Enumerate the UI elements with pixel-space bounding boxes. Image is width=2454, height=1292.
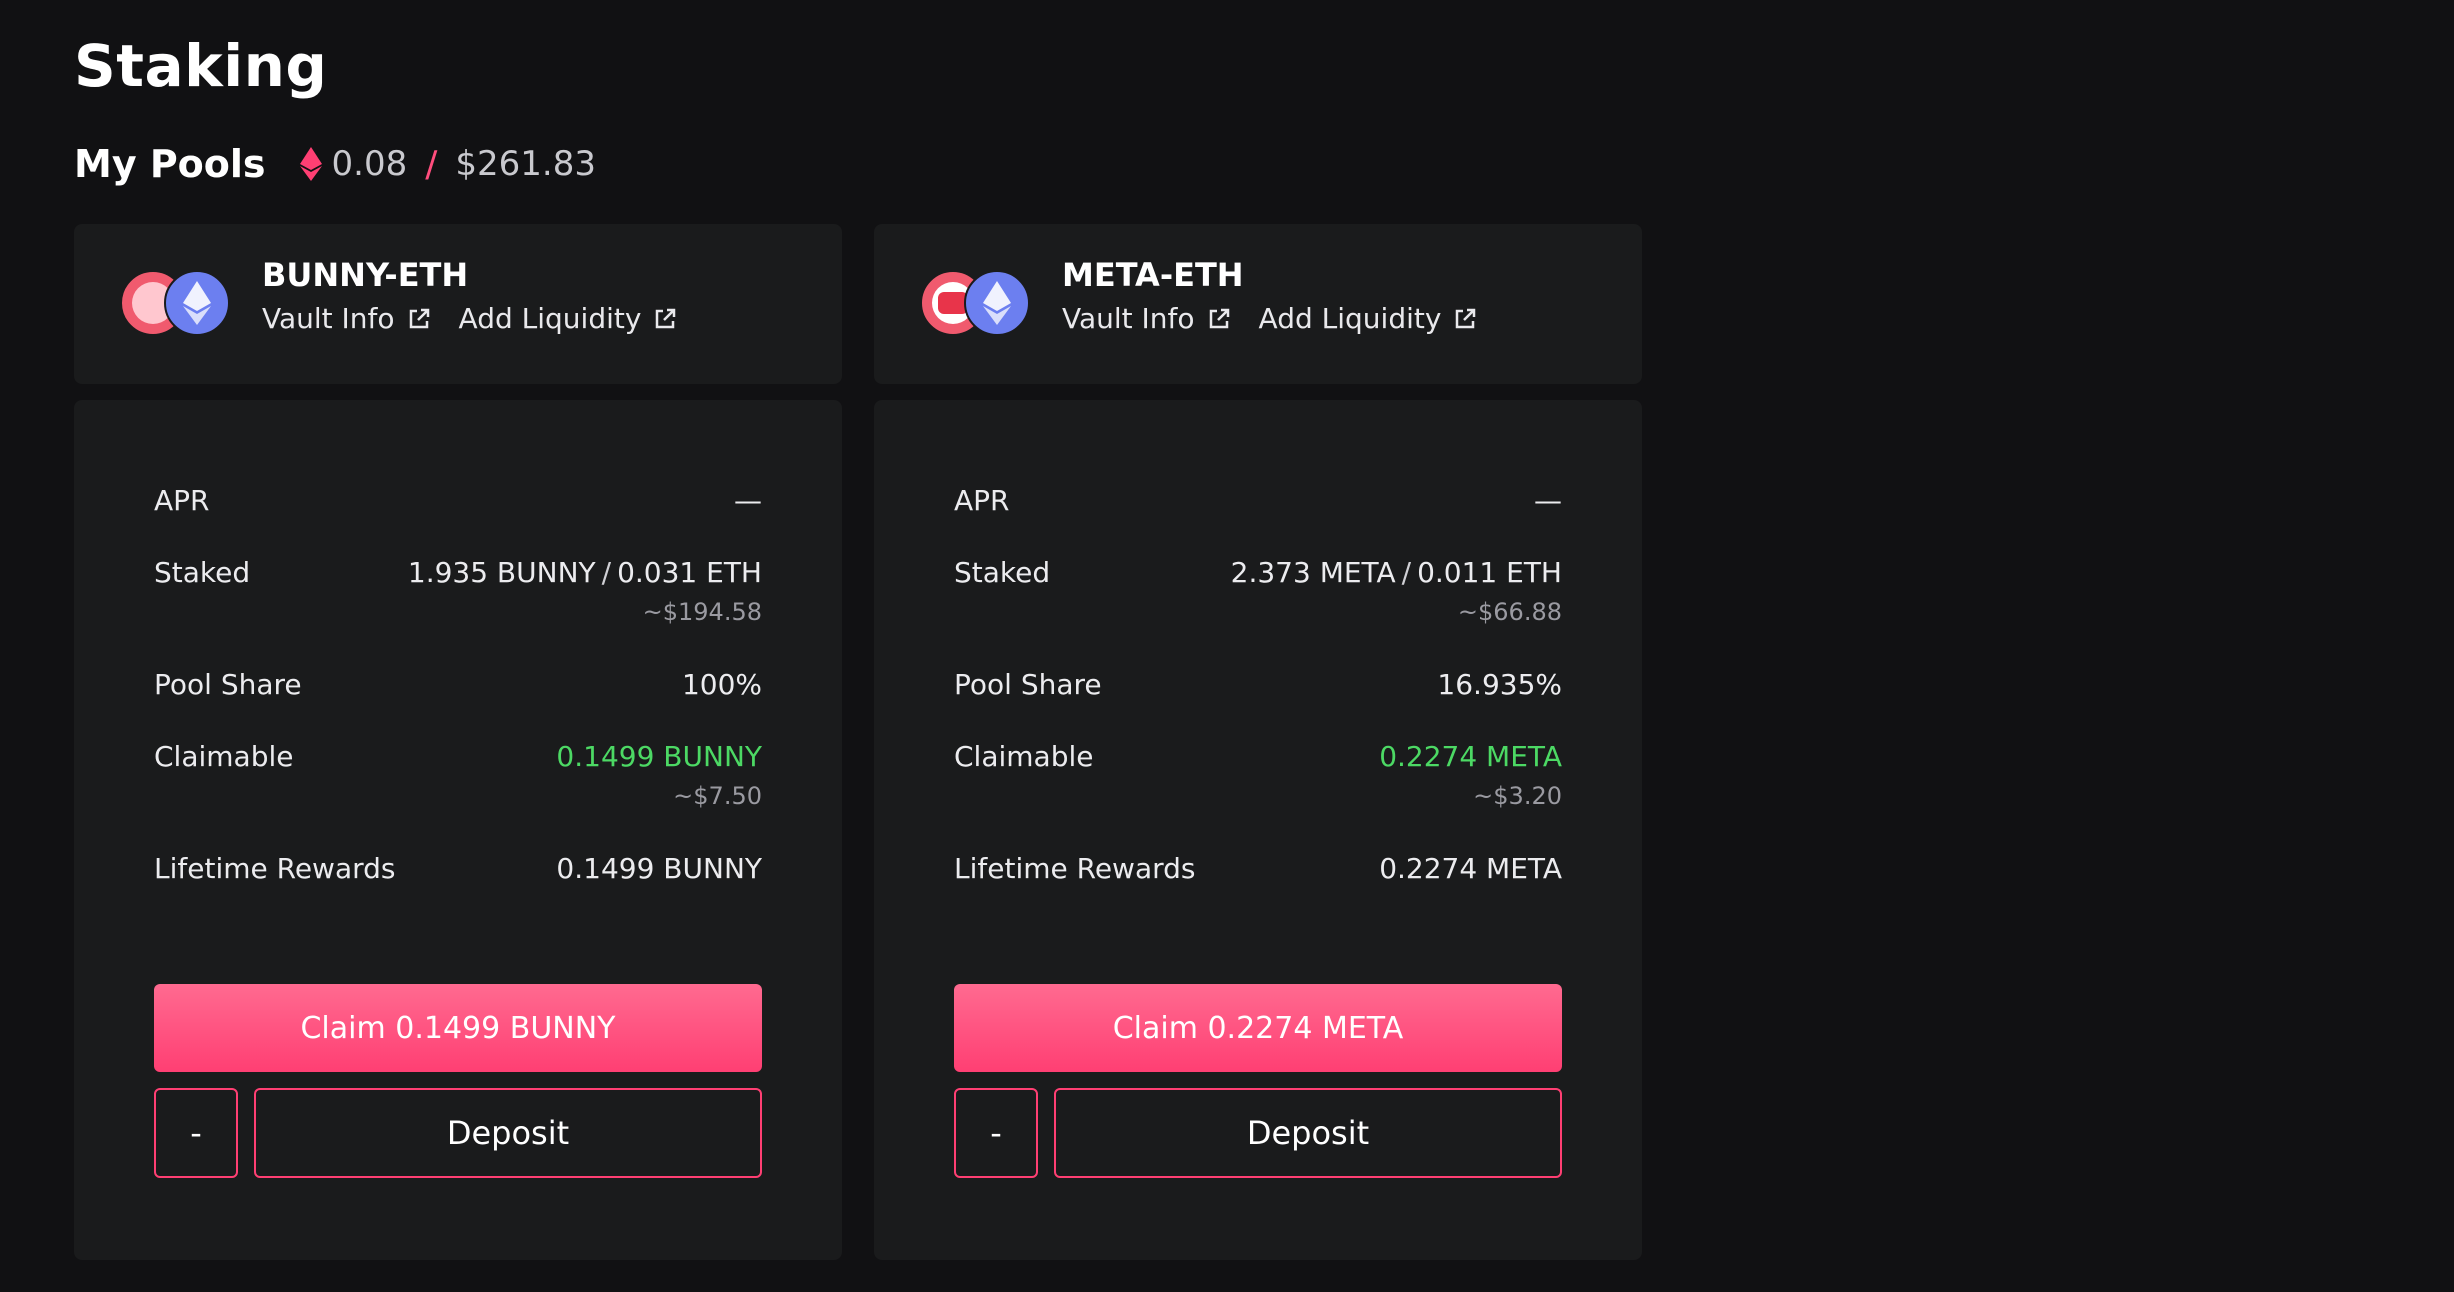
external-link-icon [1209, 308, 1229, 328]
lifetime-rewards-label: Lifetime Rewards [954, 852, 1196, 885]
deposit-button[interactable]: Deposit [254, 1088, 762, 1178]
vault-info-link[interactable]: Vault Info [262, 302, 431, 335]
lifetime-rewards-label: Lifetime Rewards [154, 852, 396, 885]
claim-button[interactable]: Claim 0.2274 META [954, 984, 1562, 1072]
external-link-icon [656, 308, 676, 328]
claimable-usd: ~$3.20 [1473, 782, 1562, 810]
token-pair-icons [120, 270, 232, 336]
staked-value: 2.373 META/0.011 ETH [1231, 556, 1562, 589]
lifetime-rewards-value: 0.1499 BUNNY [556, 852, 762, 885]
staked-label: Staked [954, 556, 1051, 589]
apr-label: APR [154, 484, 210, 517]
my-pools-label: My Pools [74, 142, 266, 186]
page-title: Staking [74, 32, 328, 100]
vault-info-label: Vault Info [262, 302, 395, 335]
pool-name: META-ETH [1062, 256, 1244, 294]
staked-label: Staked [154, 556, 251, 589]
claim-button[interactable]: Claim 0.1499 BUNNY [154, 984, 762, 1072]
staked-separator: / [601, 556, 612, 589]
eth-total: 0.08 [331, 144, 408, 184]
pool-name: BUNNY-ETH [262, 256, 469, 294]
staked-token-b: 0.031 ETH [617, 556, 762, 589]
deposit-button[interactable]: Deposit [1054, 1088, 1562, 1178]
my-pools-summary: My Pools 0.08 / $261.83 [74, 136, 596, 192]
eth-token-icon [964, 270, 1030, 336]
staked-usd: ~$66.88 [1457, 598, 1562, 626]
pool-stats-card: APR — Staked 2.373 META/0.011 ETH ~$66.8… [874, 400, 1642, 1260]
apr-value: — [734, 484, 762, 517]
pool-stats-card: APR — Staked 1.935 BUNNY/0.031 ETH ~$194… [74, 400, 842, 1260]
usd-total: $261.83 [455, 144, 596, 184]
claimable-label: Claimable [954, 740, 1094, 773]
add-liquidity-label: Add Liquidity [458, 302, 642, 335]
withdraw-button[interactable]: - [154, 1088, 238, 1178]
add-liquidity-link[interactable]: Add Liquidity [1259, 302, 1478, 335]
staked-token-a: 2.373 META [1230, 556, 1396, 589]
claimable-usd: ~$7.50 [673, 782, 762, 810]
summary-separator: / [425, 143, 438, 185]
pool-share-label: Pool Share [154, 668, 302, 701]
lifetime-rewards-value: 0.2274 META [1379, 852, 1562, 885]
staked-separator: / [1401, 556, 1412, 589]
pool-share-label: Pool Share [954, 668, 1102, 701]
claimable-label: Claimable [154, 740, 294, 773]
staking-page: Staking My Pools 0.08 / $261.83 BUNNY-ET… [0, 0, 2454, 1292]
external-link-icon [409, 308, 429, 328]
external-link-icon [1456, 308, 1476, 328]
staked-token-b: 0.011 ETH [1417, 556, 1562, 589]
pool-share-value: 16.935% [1437, 668, 1562, 701]
staked-value: 1.935 BUNNY/0.031 ETH [408, 556, 762, 589]
staked-usd: ~$194.58 [642, 598, 762, 626]
add-liquidity-link[interactable]: Add Liquidity [459, 302, 678, 335]
vault-info-link[interactable]: Vault Info [1062, 302, 1231, 335]
claimable-value: 0.2274 META [1379, 740, 1562, 773]
withdraw-button[interactable]: - [954, 1088, 1038, 1178]
eth-icon [299, 147, 322, 181]
staked-token-a: 1.935 BUNNY [407, 556, 596, 589]
pool-links: Vault Info Add Liquidity [262, 302, 677, 335]
apr-value: — [1534, 484, 1562, 517]
apr-label: APR [954, 484, 1010, 517]
pool-links: Vault Info Add Liquidity [1062, 302, 1477, 335]
vault-info-label: Vault Info [1062, 302, 1195, 335]
eth-token-icon [164, 270, 230, 336]
add-liquidity-label: Add Liquidity [1258, 302, 1442, 335]
pool-share-value: 100% [681, 668, 762, 701]
token-pair-icons [920, 270, 1032, 336]
claimable-value: 0.1499 BUNNY [556, 740, 762, 773]
